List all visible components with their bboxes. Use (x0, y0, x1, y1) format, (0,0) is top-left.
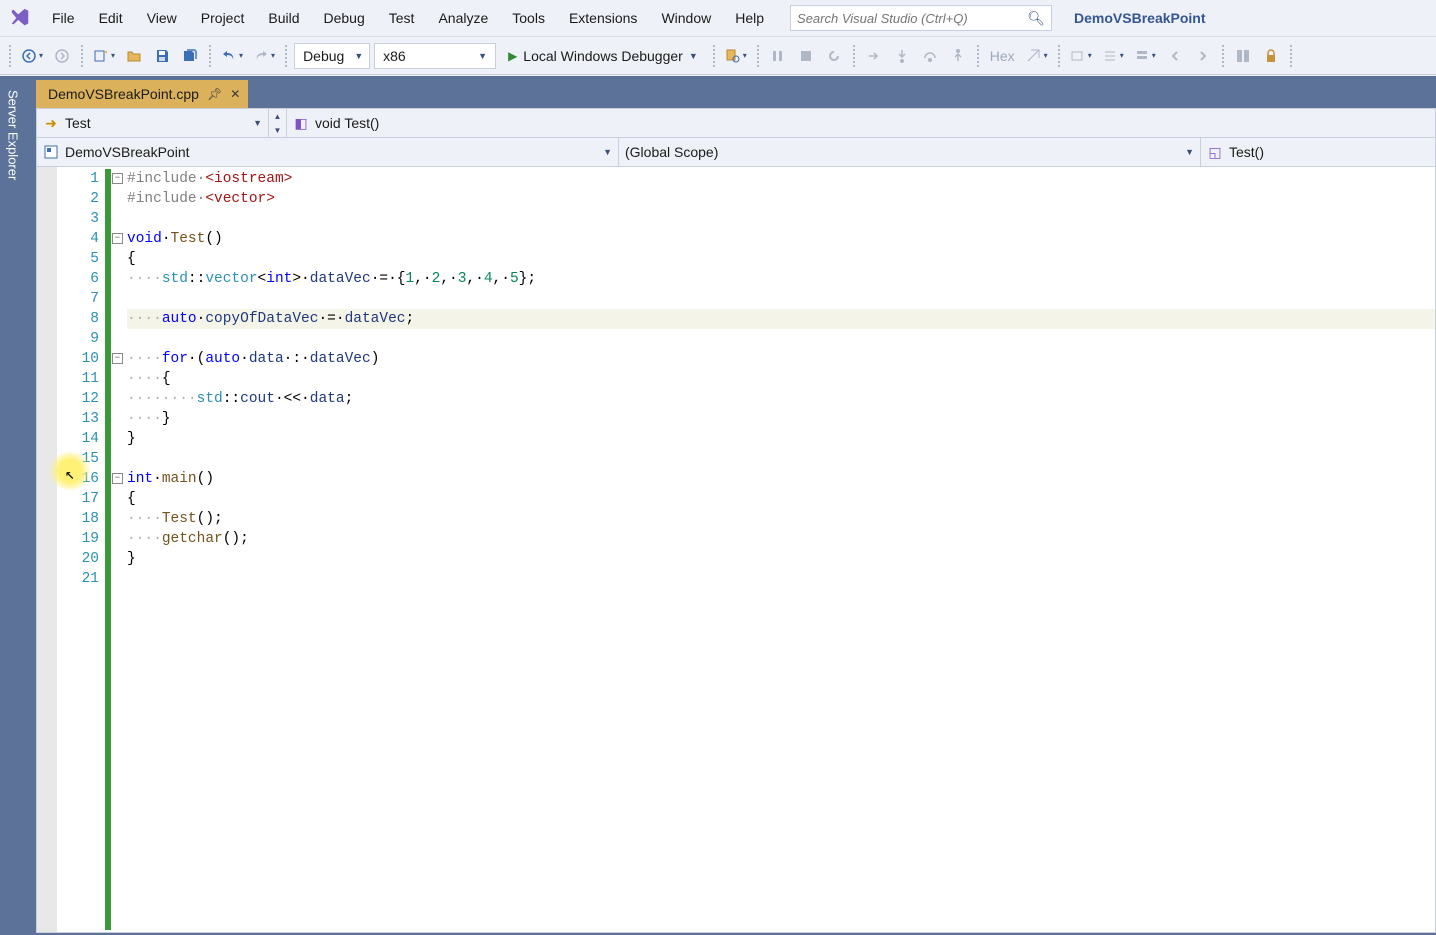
nav-updown[interactable]: ▲▼ (269, 109, 287, 137)
toolbar-grip-icon (1221, 44, 1225, 68)
class-nav-combo[interactable]: ➜ Test▼ (37, 109, 269, 137)
solution-config-combo[interactable]: Debug▼ (294, 43, 370, 69)
menu-help[interactable]: Help (723, 4, 776, 32)
save-button[interactable] (150, 43, 174, 69)
hex-toggle[interactable]: Hex (986, 43, 1019, 69)
show-next-statement-button[interactable] (862, 43, 886, 69)
restart-button[interactable] (822, 43, 846, 69)
toolbar-grip-icon (712, 44, 716, 68)
pin-icon[interactable]: 📌︎ (207, 87, 222, 101)
step-over-button[interactable] (918, 43, 942, 69)
menu-analyze[interactable]: Analyze (426, 4, 500, 32)
menu-extensions[interactable]: Extensions (557, 4, 649, 32)
project-icon (43, 144, 59, 160)
redo-button[interactable] (250, 43, 278, 69)
nav-fwd-frame-button[interactable] (1191, 43, 1215, 69)
document-tab-label: DemoVSBreakPoint.cpp (48, 86, 199, 102)
line-number-gutter: 123456789101112131415161718192021 (57, 167, 105, 932)
debug-options-button[interactable] (1023, 43, 1051, 69)
menu-project[interactable]: Project (189, 4, 257, 32)
quick-search-input[interactable] (797, 11, 1027, 26)
arrow-icon: ➜ (43, 115, 59, 131)
breakpoint-gutter[interactable] (37, 167, 57, 932)
fold-toggle[interactable]: − (112, 473, 123, 484)
method-icon: ◱ (1207, 144, 1223, 160)
quick-search[interactable]: 🔍︎ (790, 5, 1052, 31)
project-nav-combo[interactable]: DemoVSBreakPoint▼ (37, 138, 619, 166)
navigation-bars-2: DemoVSBreakPoint▼ (Global Scope)▼ ◱ Test… (36, 137, 1436, 166)
start-debugging-button[interactable]: ▶Local Windows Debugger▼ (500, 43, 706, 69)
main-toolbar: Debug▼ x86▼ ▶Local Windows Debugger▼ Hex (0, 37, 1436, 75)
open-file-button[interactable] (122, 43, 146, 69)
toolbar-grip-icon (756, 44, 760, 68)
document-host: DemoVSBreakPoint.cpp 📌︎ ✕ ➜ Test▼ ▲▼ ◧ v… (26, 76, 1436, 935)
step-into-button[interactable] (890, 43, 914, 69)
function-nav-combo[interactable]: ◧ void Test() (287, 109, 1435, 137)
search-icon[interactable]: 🔍︎ (1027, 10, 1045, 27)
find-in-files-button[interactable] (722, 43, 750, 69)
toolbar-grip-icon (1289, 44, 1293, 68)
fold-gutter[interactable]: − − − − (111, 167, 125, 932)
method-icon: ◧ (293, 115, 309, 131)
step-out-button[interactable] (946, 43, 970, 69)
fold-toggle[interactable]: − (112, 233, 123, 244)
thread-combo[interactable] (1099, 43, 1127, 69)
close-icon[interactable]: ✕ (230, 87, 240, 101)
member-nav-combo[interactable]: ◱ Test() (1201, 138, 1435, 166)
document-tabstrip: DemoVSBreakPoint.cpp 📌︎ ✕ (36, 80, 1436, 108)
threads-window-button[interactable] (1231, 43, 1255, 69)
fold-toggle[interactable]: − (112, 173, 123, 184)
menu-test[interactable]: Test (377, 4, 427, 32)
process-combo[interactable] (1067, 43, 1095, 69)
nav-forward-button[interactable] (50, 43, 74, 69)
solution-name: DemoVSBreakPoint (1074, 10, 1205, 26)
toolbar-grip-icon (852, 44, 856, 68)
stackframe-combo[interactable] (1131, 43, 1159, 69)
nav-back-frame-button[interactable] (1163, 43, 1187, 69)
menu-debug[interactable]: Debug (312, 4, 377, 32)
toolbar-grip-icon (284, 44, 288, 68)
menu-edit[interactable]: Edit (87, 4, 135, 32)
menu-window[interactable]: Window (649, 4, 723, 32)
menu-bar: FileEditViewProjectBuildDebugTestAnalyze… (0, 0, 1436, 37)
toolbar-grip-icon (8, 44, 12, 68)
toolbar-grip-icon (976, 44, 980, 68)
menu-build[interactable]: Build (256, 4, 311, 32)
menu-view[interactable]: View (135, 4, 189, 32)
break-all-button[interactable] (766, 43, 790, 69)
lock-button[interactable] (1259, 43, 1283, 69)
menu-file[interactable]: File (40, 4, 87, 32)
stop-debugging-button[interactable] (794, 43, 818, 69)
undo-button[interactable] (218, 43, 246, 69)
toolbar-grip-icon (208, 44, 212, 68)
toolbar-grip-icon (80, 44, 84, 68)
toolbar-grip-icon (1057, 44, 1061, 68)
menu-tools[interactable]: Tools (500, 4, 557, 32)
scope-nav-combo[interactable]: (Global Scope)▼ (619, 138, 1201, 166)
nav-back-button[interactable] (18, 43, 46, 69)
navigation-bars: ➜ Test▼ ▲▼ ◧ void Test() (36, 108, 1436, 137)
new-item-button[interactable] (90, 43, 118, 69)
solution-platform-combo[interactable]: x86▼ (374, 43, 496, 69)
document-tab[interactable]: DemoVSBreakPoint.cpp 📌︎ ✕ (36, 80, 248, 108)
code-content[interactable]: #include·<iostream>#include·<vector>void… (125, 167, 1435, 932)
code-editor[interactable]: 123456789101112131415161718192021 − − − − #… (36, 166, 1436, 933)
fold-toggle[interactable]: − (112, 353, 123, 364)
vs-logo-icon (6, 4, 34, 32)
server-explorer-tab[interactable]: Server Explorer (0, 76, 26, 935)
save-all-button[interactable] (178, 43, 202, 69)
